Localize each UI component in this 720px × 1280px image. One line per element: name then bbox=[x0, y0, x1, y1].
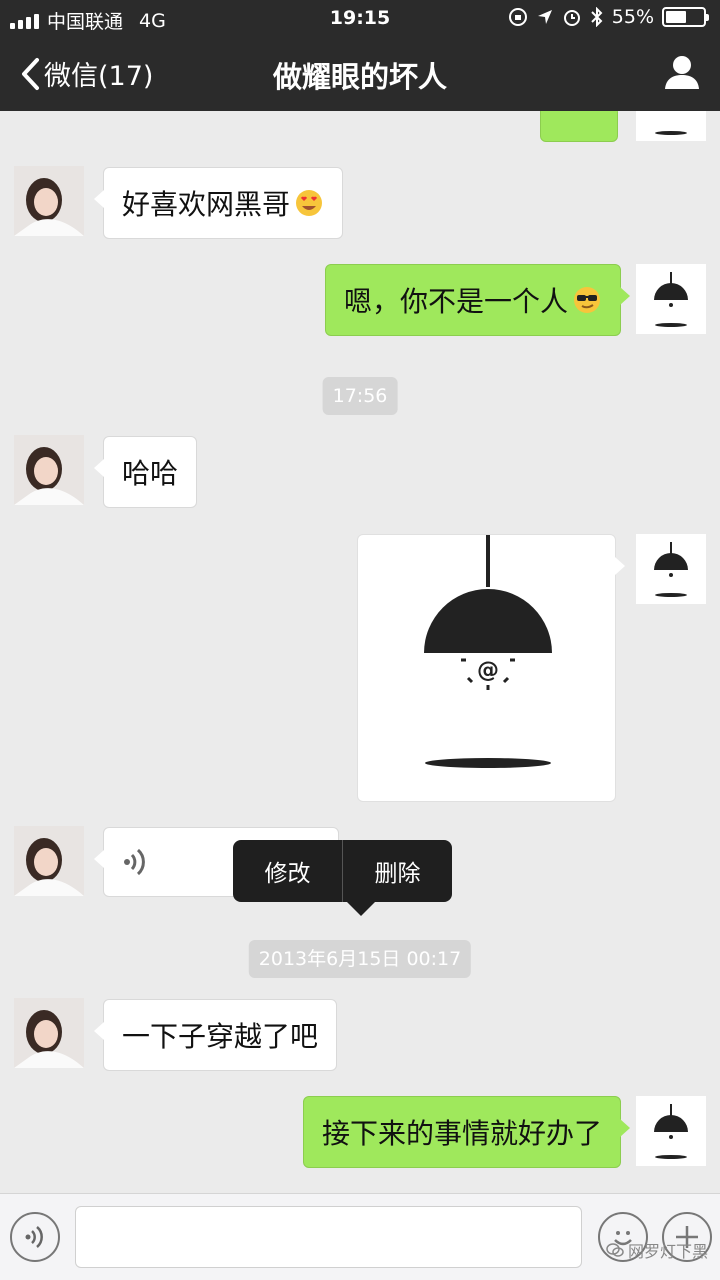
lamp-avatar-icon bbox=[654, 272, 688, 327]
message-bubble-partial[interactable] bbox=[540, 111, 627, 142]
contact-photo bbox=[14, 435, 84, 505]
contact-avatar[interactable] bbox=[14, 826, 84, 896]
message-text: 哈哈 bbox=[122, 457, 179, 490]
orientation-lock-icon bbox=[508, 8, 527, 26]
nav-bar: 微信(17) 做耀眼的坏人 bbox=[0, 36, 720, 111]
message-bubble[interactable]: 哈哈 bbox=[93, 436, 198, 508]
contact-avatar[interactable] bbox=[14, 998, 84, 1068]
alarm-icon bbox=[563, 10, 580, 26]
voice-icon bbox=[25, 1226, 43, 1248]
timestamp: 2013年6月15日 00:17 bbox=[248, 940, 472, 978]
my-avatar[interactable] bbox=[636, 111, 706, 141]
watermark-text: 网罗灯下黑 bbox=[627, 1242, 708, 1261]
bluetooth-icon bbox=[591, 7, 603, 27]
lamp-avatar-icon bbox=[654, 1104, 688, 1159]
contact-photo bbox=[14, 826, 84, 896]
contact-avatar[interactable] bbox=[14, 166, 84, 236]
location-icon bbox=[537, 10, 552, 24]
message-bubble[interactable]: 接下来的事情就好办了 bbox=[303, 1096, 631, 1168]
message-context-menu: 修改 删除 bbox=[233, 840, 452, 916]
message-bubble[interactable]: 好喜欢网黑哥 bbox=[93, 167, 344, 239]
contact-photo bbox=[14, 998, 84, 1068]
status-bar: 中国联通 4G 19:15 55% bbox=[0, 0, 720, 36]
heart-eyes-emoji-icon bbox=[296, 190, 323, 216]
edit-menu-item[interactable]: 修改 bbox=[233, 840, 342, 902]
message-text: 接下来的事情就好办了 bbox=[322, 1117, 603, 1150]
my-avatar[interactable] bbox=[636, 534, 706, 604]
sunglasses-emoji-icon bbox=[574, 287, 601, 313]
message-text: 好喜欢网黑哥 bbox=[122, 188, 291, 221]
contact-photo bbox=[14, 166, 84, 236]
delete-menu-item[interactable]: 删除 bbox=[343, 840, 452, 902]
voice-toggle-button[interactable] bbox=[10, 1212, 60, 1262]
battery-icon bbox=[662, 7, 709, 27]
my-avatar[interactable] bbox=[636, 1096, 706, 1166]
chat-info-button[interactable] bbox=[662, 52, 702, 92]
my-avatar[interactable] bbox=[636, 264, 706, 334]
message-bubble[interactable]: 一下子穿越了吧 bbox=[93, 999, 338, 1071]
message-text: 嗯，你不是一个人 bbox=[344, 285, 569, 318]
timestamp: 17:56 bbox=[322, 377, 398, 415]
chevron-left-icon bbox=[22, 57, 39, 90]
message-input[interactable] bbox=[75, 1206, 582, 1268]
svg-text:@: @ bbox=[477, 658, 499, 683]
contact-avatar[interactable] bbox=[14, 435, 84, 505]
back-label: 微信(17) bbox=[44, 61, 154, 92]
battery-percent: 55% bbox=[611, 6, 654, 28]
chat-area[interactable]: 好喜欢网黑哥 嗯，你不是一个人 17:56 哈哈 @ 2013年6月15日 00… bbox=[0, 111, 720, 1193]
voice-wave-icon bbox=[124, 848, 145, 876]
message-bubble[interactable]: 嗯，你不是一个人 bbox=[325, 264, 631, 336]
wechat-logo-icon bbox=[606, 1243, 624, 1257]
image-message[interactable]: @ bbox=[357, 534, 625, 802]
back-button[interactable]: 微信(17) bbox=[20, 54, 153, 93]
message-text: 一下子穿越了吧 bbox=[122, 1020, 319, 1053]
person-icon bbox=[665, 56, 699, 89]
lamp-avatar-icon bbox=[655, 131, 687, 135]
input-bar: 网罗灯下黑 bbox=[0, 1193, 720, 1280]
lamp-avatar-icon bbox=[654, 542, 688, 597]
watermark: 网罗灯下黑 bbox=[606, 1238, 708, 1262]
lamp-image: @ bbox=[424, 535, 552, 768]
